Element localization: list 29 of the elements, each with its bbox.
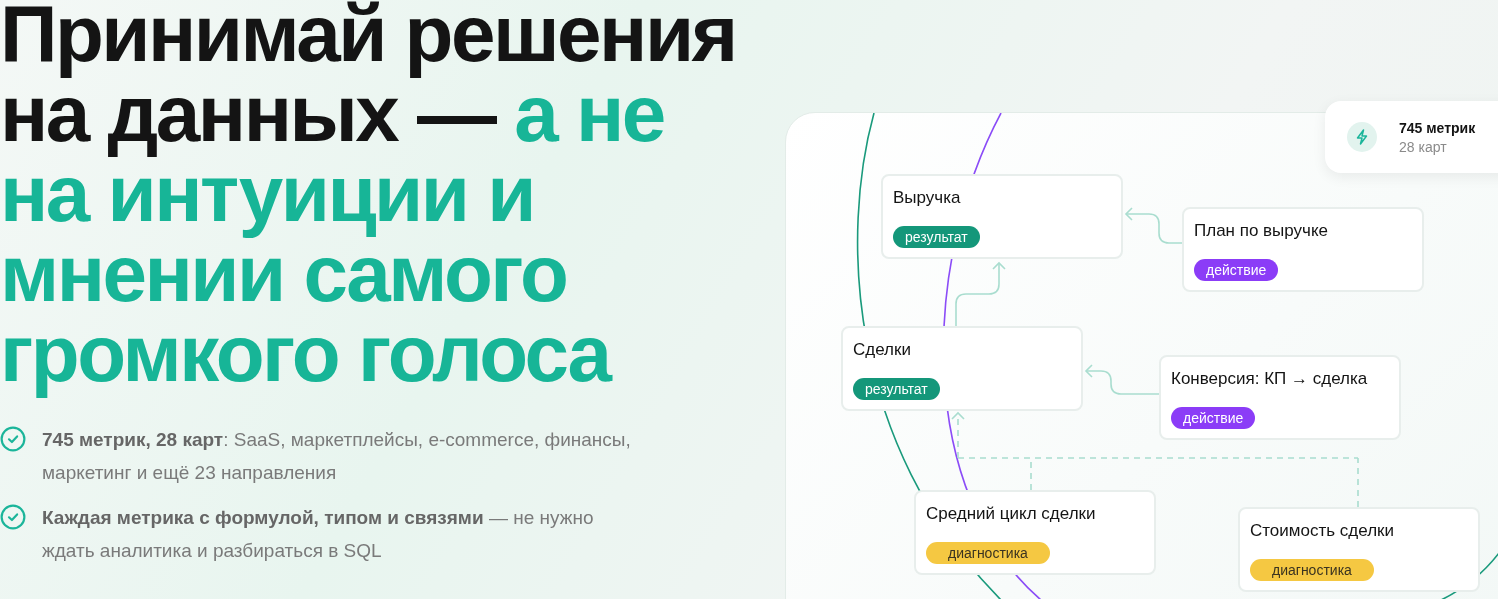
check-circle-icon (0, 426, 26, 452)
connector-arrow (955, 261, 1006, 327)
bullet-text: Каждая метрика с формулой, типом и связями — не нужно ждать аналитика и разбираться в SQL (42, 506, 595, 563)
connector-arrow (1124, 207, 1183, 244)
metric-node[interactable]: Средний цикл сделки диагностика (914, 490, 1156, 575)
node-title: Средний цикл сделки (926, 504, 1096, 524)
metric-node[interactable]: Сделки результат (841, 326, 1083, 411)
lightning-icon (1347, 122, 1377, 152)
stat-title: 745 метрик (1399, 119, 1476, 136)
node-title: Сделки (853, 340, 911, 360)
node-title: Выручка (893, 188, 961, 208)
metric-node[interactable]: Выручка результат (881, 174, 1123, 259)
metric-node[interactable]: Конверсия: КП → сделка действие (1159, 355, 1401, 440)
node-tag: действие (1171, 407, 1256, 429)
check-circle-icon (0, 504, 26, 530)
node-title: Конверсия: КП → сделка (1171, 369, 1368, 389)
node-title: План по выручке (1194, 221, 1329, 241)
node-tag: диагностика (1250, 559, 1374, 581)
bullet-text: 745 метрик, 28 карт: SaaS, маркетплейсы, e-commerce, финансы, маркетинг и ещё 23 направления (42, 428, 632, 485)
headline-text: а не (514, 69, 664, 158)
node-tag: диагностика (926, 542, 1050, 564)
node-tag: действие (1194, 259, 1279, 281)
metric-node[interactable]: План по выручке действие (1182, 207, 1424, 292)
metric-node[interactable]: Стоимость сделки диагностика (1238, 507, 1480, 592)
headline-text: громкого голоса (0, 309, 610, 398)
node-tag: результат (893, 226, 980, 248)
node-tag: результат (853, 378, 940, 400)
stat-subtitle: 28 карт (1399, 138, 1448, 155)
node-title: Стоимость сделки (1250, 521, 1394, 541)
